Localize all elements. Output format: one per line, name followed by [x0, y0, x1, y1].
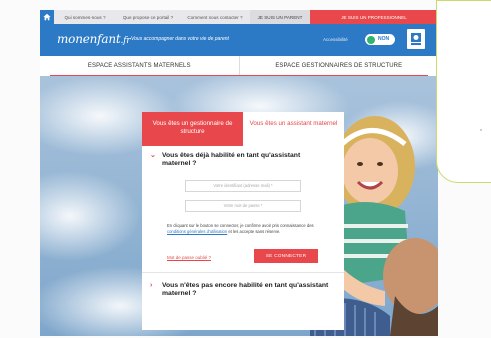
toggle-knob — [366, 35, 375, 44]
space-tabs: ESPACE ASSISTANTS MATERNELS ESPACE GESTI… — [40, 56, 438, 76]
caf-emblem-icon — [411, 33, 421, 45]
section-not-habilite-title: Vous n'êtes pas encore habilité en tant … — [162, 282, 329, 298]
terms-notice: En cliquant sur le bouton se connecter, … — [167, 223, 327, 235]
nav-link-qui-sommes-nous[interactable]: Qui sommes-nous ? — [54, 10, 116, 24]
tab-gestionnaire[interactable]: Vous êtes un gestionnaire de structure — [142, 112, 243, 146]
logo-suffix: .fr — [120, 36, 131, 46]
section-habilite-title: Vous êtes déjà habilité en tant qu'assis… — [162, 152, 301, 168]
accessibility-toggle[interactable]: NON — [365, 34, 395, 45]
site-tagline: Vous accompagner dans votre vie de paren… — [131, 36, 229, 42]
terms-text-before: En cliquant sur le bouton se connecter, … — [167, 223, 314, 228]
home-icon — [43, 13, 51, 21]
terms-text-after: et les accepte sans réserve. — [227, 229, 281, 235]
user-type-tabs: Vous êtes un gestionnaire de structure V… — [142, 112, 344, 146]
identifier-input[interactable]: Votre identifiant (adresse mail) * — [185, 180, 301, 192]
section-habilite-header[interactable]: ⌄ Vous êtes déjà habilité en tant qu'ass… — [150, 152, 330, 168]
caf-logo[interactable] — [407, 29, 425, 49]
toggle-state: NON — [378, 36, 390, 42]
section-not-habilite-header[interactable]: › Vous n'êtes pas encore habilité en tan… — [150, 282, 330, 298]
tab-espace-gestionnaires[interactable]: ESPACE GESTIONNAIRES DE STRUCTURE — [240, 56, 439, 76]
top-navigation: Qui sommes-nous ? Que propose ce portail… — [40, 10, 438, 24]
chevron-down-icon: ⌄ — [150, 152, 156, 159]
callout-marker — [480, 129, 482, 131]
section-divider — [142, 272, 344, 273]
accessibility-label: Accessibilité — [323, 37, 348, 42]
nav-link-parent[interactable]: JE SUIS UN PARENT — [250, 10, 310, 24]
website-screen: Qui sommes-nous ? Que propose ce portail… — [40, 10, 438, 336]
tab-assistant-maternel[interactable]: Vous êtes un assistant maternel — [243, 112, 344, 146]
logo-text: monenfant — [57, 32, 121, 46]
connect-button[interactable]: SE CONNECTER — [254, 249, 318, 263]
nav-link-contact[interactable]: Comment nous contacter ? — [180, 10, 250, 24]
forgot-password-link[interactable]: Mot de passe oublié ? — [167, 255, 211, 260]
chevron-right-icon: › — [150, 282, 153, 289]
callout-box — [436, 0, 491, 183]
home-button[interactable] — [40, 10, 54, 24]
tab-espace-assistants[interactable]: ESPACE ASSISTANTS MATERNELS — [40, 56, 240, 76]
terms-link[interactable]: conditions générales d'utilisation — [167, 229, 227, 234]
nav-link-que-propose[interactable]: Que propose ce portail ? — [116, 10, 180, 24]
screenshot-frame: Qui sommes-nous ? Que propose ce portail… — [0, 0, 491, 338]
site-logo[interactable]: monenfant.fr — [57, 32, 131, 46]
password-input[interactable]: Votre mot de passe * — [185, 200, 301, 212]
nav-link-professionnel[interactable]: JE SUIS UN PROFESSIONNEL — [310, 10, 438, 24]
login-panel: Vous êtes un gestionnaire de structure V… — [142, 112, 344, 330]
site-header: monenfant.fr Vous accompagner dans votre… — [40, 24, 438, 56]
